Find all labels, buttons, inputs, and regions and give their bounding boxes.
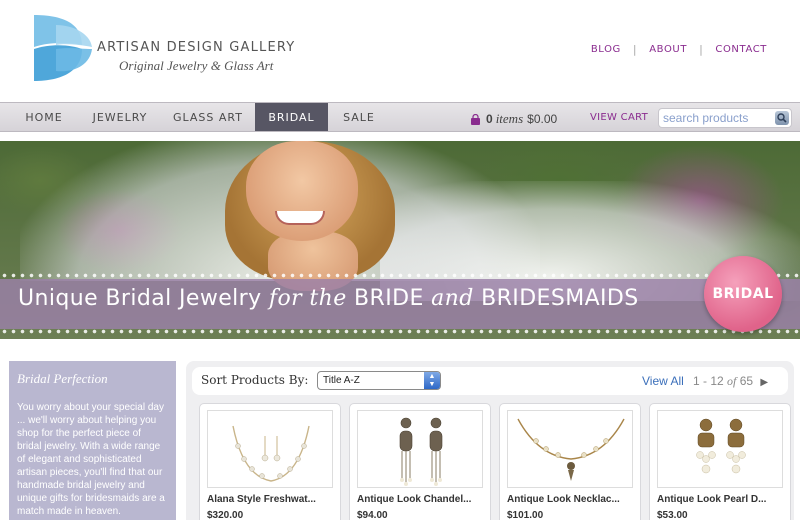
select-arrows-icon: ▲ ▼: [424, 372, 440, 389]
pearl-earrings-icon: [696, 418, 746, 474]
shopping-bag-icon: [471, 113, 480, 125]
chandelier-earrings-icon: [399, 417, 443, 486]
cart-count: 0: [486, 112, 493, 126]
product-card[interactable]: Antique Look Necklac... $101.00: [499, 403, 641, 520]
total-count: 65: [739, 374, 754, 388]
pagination: 1 - 12 of 65 ▶: [693, 374, 768, 389]
nav-jewelry[interactable]: JEWELRY: [82, 103, 158, 131]
page-range: 1 - 12: [693, 374, 724, 388]
product-price: $94.00: [357, 510, 388, 520]
product-image[interactable]: [207, 410, 333, 488]
cart-total: $0.00: [527, 112, 558, 126]
product-image[interactable]: [657, 410, 783, 488]
product-price: $53.00: [657, 510, 688, 520]
necklace-set-icon: [232, 425, 310, 482]
decorative-dots: [0, 271, 800, 281]
about-link[interactable]: ABOUT: [649, 44, 687, 55]
contact-link[interactable]: CONTACT: [715, 44, 767, 55]
logo-subtitle: Original Jewelry & Glass Art: [119, 58, 274, 73]
product-card[interactable]: Antique Look Pearl D... $53.00: [649, 403, 791, 520]
product-image[interactable]: [507, 410, 633, 488]
cart-items-label: items: [495, 111, 524, 126]
blog-link[interactable]: BLOG: [591, 44, 621, 55]
nav-home[interactable]: HOME: [12, 103, 76, 131]
product-name[interactable]: Antique Look Necklac...: [507, 494, 620, 505]
product-price: $320.00: [207, 510, 244, 520]
product-name[interactable]: Antique Look Chandel...: [357, 494, 471, 505]
logo-title[interactable]: ARTISAN DESIGN GALLERY: [97, 40, 295, 55]
product-name[interactable]: Alana Style Freshwat...: [207, 494, 316, 505]
necklace-icon: [517, 418, 625, 481]
cart-summary[interactable]: 0 items $0.00: [470, 111, 557, 127]
nav-bridal[interactable]: BRIDAL: [255, 103, 328, 131]
pager-of: of: [727, 374, 737, 388]
search-box: [658, 108, 792, 128]
nav-sale[interactable]: SALE: [334, 103, 384, 131]
site-header: ARTISAN DESIGN GALLERY Original Jewelry …: [0, 0, 800, 102]
view-cart-link[interactable]: VIEW CART: [590, 112, 648, 123]
main-nav: HOME JEWELRY GLASS ART BRIDAL SALE 0 ite…: [0, 102, 800, 132]
top-links: BLOG | ABOUT | CONTACT: [591, 43, 767, 56]
link-separator: |: [632, 43, 638, 56]
product-card[interactable]: Alana Style Freshwat... $320.00: [199, 403, 341, 520]
sidebar-title: Bridal Perfection: [17, 371, 108, 386]
next-page-icon[interactable]: ▶: [760, 377, 768, 388]
sidebar-info-box: Bridal Perfection You worry about your s…: [9, 361, 176, 520]
product-card[interactable]: Antique Look Chandel... $94.00: [349, 403, 491, 520]
bridal-badge[interactable]: BRIDAL: [704, 256, 782, 332]
hero-headline: Unique Bridal Jewelry for the BRIDE and …: [18, 286, 639, 311]
nav-glass-art[interactable]: GLASS ART: [166, 103, 250, 131]
search-input[interactable]: [663, 110, 773, 126]
decorative-dots: [0, 327, 800, 337]
product-name[interactable]: Antique Look Pearl D...: [657, 494, 766, 505]
sort-label: Sort Products By:: [201, 373, 309, 387]
search-button[interactable]: [775, 111, 789, 125]
sort-bar: Sort Products By: Title A-Z ▲ ▼ View All …: [192, 367, 788, 395]
product-panel: Sort Products By: Title A-Z ▲ ▼ View All …: [186, 361, 794, 520]
view-all-link[interactable]: View All: [642, 374, 684, 388]
product-price: $101.00: [507, 510, 544, 520]
bride-face: [246, 141, 358, 241]
butterfly-logo-icon[interactable]: [32, 13, 94, 83]
main-content: Bridal Perfection You worry about your s…: [0, 339, 800, 520]
product-image[interactable]: [357, 410, 483, 488]
sidebar-body: You worry about your special day ... we'…: [17, 402, 165, 517]
sort-selected-value: Title A-Z: [323, 375, 360, 386]
hero-banner[interactable]: Unique Bridal Jewelry for the BRIDE and …: [0, 141, 800, 339]
search-icon: [777, 113, 787, 123]
link-separator: |: [699, 43, 704, 56]
bride-smile: [275, 211, 325, 225]
sort-select[interactable]: Title A-Z ▲ ▼: [317, 371, 441, 390]
